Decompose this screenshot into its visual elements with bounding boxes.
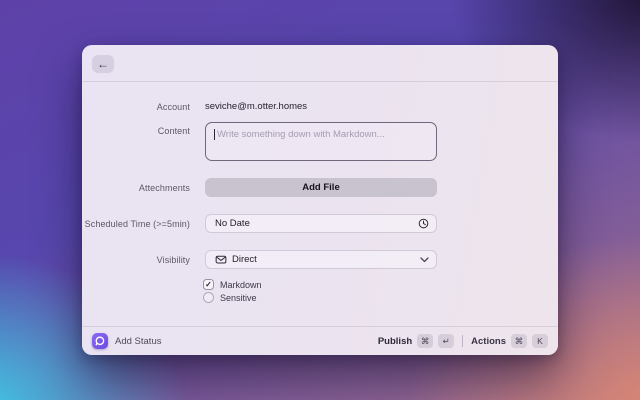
content-label: Content <box>157 126 190 136</box>
add-file-button[interactable]: Add File <box>205 178 437 197</box>
publish-button[interactable]: Publish <box>378 336 412 347</box>
account-value: seviche@m.otter.homes <box>205 101 308 112</box>
markdown-checkbox[interactable]: ✓ <box>203 279 214 290</box>
content-textarea[interactable]: Write something down with Markdown... <box>205 122 437 161</box>
back-button[interactable]: ← <box>92 55 114 73</box>
scheduled-time-value: No Date <box>215 218 250 229</box>
cmd-key-badge: ⌘ <box>417 334 434 348</box>
visibility-label: Visibility <box>156 255 190 265</box>
return-key-badge: ↵ <box>438 334 455 348</box>
markdown-option[interactable]: ✓ Markdown <box>203 279 262 290</box>
window-header: ← <box>82 45 558 82</box>
visibility-dropdown[interactable]: Direct <box>205 250 437 269</box>
sensitive-checkbox-label: Sensitive <box>220 292 257 303</box>
desktop-background: ← Account seviche@m.otter.homes Content … <box>0 0 640 400</box>
footer-actions: Publish ⌘ ↵ Actions ⌘ K <box>378 334 548 348</box>
content-placeholder: Write something down with Markdown... <box>217 129 385 140</box>
scheduled-time-label: Scheduled Time (>=5min) <box>84 219 190 229</box>
text-cursor <box>214 129 215 140</box>
cmd-key-badge: ⌘ <box>511 334 527 348</box>
k-key-badge: K <box>532 334 548 348</box>
footer-divider <box>462 335 464 347</box>
add-status-window: ← Account seviche@m.otter.homes Content … <box>82 45 558 355</box>
actions-button[interactable]: Actions <box>471 336 506 347</box>
markdown-checkbox-label: Markdown <box>220 279 262 290</box>
account-label: Account <box>156 102 190 112</box>
sensitive-option[interactable]: Sensitive <box>203 292 257 303</box>
visibility-value: Direct <box>232 254 257 265</box>
clock-icon <box>418 218 429 229</box>
attachments-label: Attechments <box>138 183 190 193</box>
back-arrow-icon: ← <box>97 56 109 71</box>
scheduled-time-field[interactable]: No Date <box>205 214 437 233</box>
app-logo-icon <box>92 333 108 349</box>
status-bar: Add Status Publish ⌘ ↵ Actions ⌘ K <box>82 326 558 355</box>
sensitive-checkbox[interactable] <box>203 292 214 303</box>
window-title: Add Status <box>115 335 162 347</box>
checkmark-icon: ✓ <box>205 279 212 289</box>
chevron-down-icon <box>420 256 429 263</box>
envelope-icon <box>215 254 227 265</box>
